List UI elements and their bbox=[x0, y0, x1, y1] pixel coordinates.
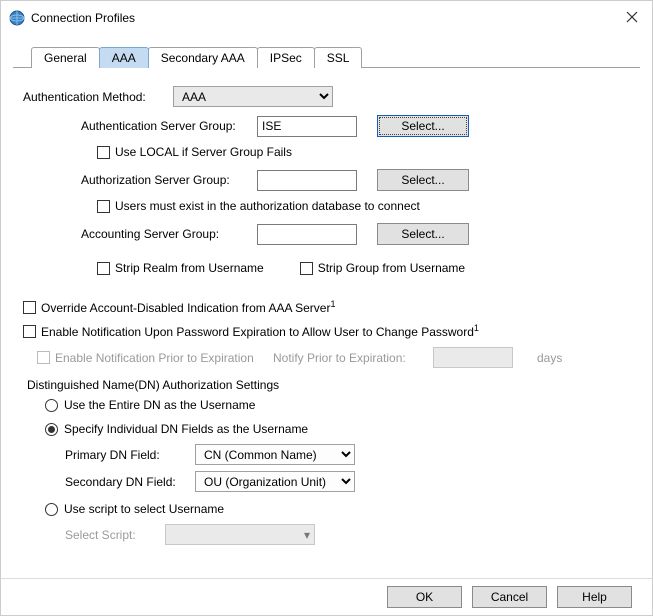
notify-days-input bbox=[433, 347, 513, 368]
globe-icon bbox=[9, 10, 25, 26]
acct-server-input[interactable] bbox=[257, 224, 357, 245]
content-area: General AAA Secondary AAA IPSec SSL Auth… bbox=[1, 47, 652, 587]
dn-specify-label: Specify Individual DN Fields as the User… bbox=[64, 422, 308, 436]
ok-button[interactable]: OK bbox=[387, 586, 462, 608]
notify-prior-row: Enable Notification Prior to Expiration … bbox=[37, 347, 634, 368]
notify-days-label: Notify Prior to Expiration: bbox=[273, 351, 433, 365]
acct-server-label: Accounting Server Group: bbox=[81, 227, 257, 241]
tab-ipsec[interactable]: IPSec bbox=[257, 47, 315, 68]
secondary-dn-label: Secondary DN Field: bbox=[65, 475, 195, 489]
auth-method-label: Authentication Method: bbox=[23, 90, 173, 104]
authz-server-select-button[interactable]: Select... bbox=[377, 169, 469, 191]
tab-panel-aaa: Authentication Method: AAA Authenticatio… bbox=[13, 67, 640, 587]
use-local-label: Use LOCAL if Server Group Fails bbox=[115, 145, 292, 159]
dn-entire-label: Use the Entire DN as the Username bbox=[64, 398, 255, 412]
days-unit: days bbox=[537, 351, 562, 365]
tabbar: General AAA Secondary AAA IPSec SSL bbox=[31, 47, 640, 68]
dn-script-label: Use script to select Username bbox=[64, 502, 224, 516]
auth-method-select[interactable]: AAA bbox=[173, 86, 333, 107]
use-local-checkbox[interactable]: Use LOCAL if Server Group Fails bbox=[97, 145, 634, 159]
strip-realm-checkbox[interactable]: Strip Realm from Username bbox=[97, 261, 264, 275]
must-exist-checkbox[interactable]: Users must exist in the authorization da… bbox=[97, 199, 634, 213]
cancel-button[interactable]: Cancel bbox=[472, 586, 547, 608]
dn-title: Distinguished Name(DN) Authorization Set… bbox=[27, 378, 634, 392]
dn-specify-radio[interactable]: Specify Individual DN Fields as the User… bbox=[45, 422, 634, 436]
select-script-row: Select Script: ▾ bbox=[65, 524, 634, 545]
notify-prior-checkbox bbox=[37, 351, 50, 364]
titlebar: Connection Profiles bbox=[1, 1, 652, 33]
strip-group-checkbox[interactable]: Strip Group from Username bbox=[300, 261, 465, 275]
chevron-down-icon: ▾ bbox=[304, 528, 310, 542]
acct-server-select-button[interactable]: Select... bbox=[377, 223, 469, 245]
secondary-dn-select[interactable]: OU (Organization Unit) bbox=[195, 471, 355, 492]
tab-ssl[interactable]: SSL bbox=[314, 47, 363, 68]
strip-realm-label: Strip Realm from Username bbox=[115, 261, 264, 275]
auth-server-input[interactable] bbox=[257, 116, 357, 137]
select-script-label: Select Script: bbox=[65, 528, 165, 542]
strip-group-label: Strip Group from Username bbox=[318, 261, 465, 275]
notify-prior-label: Enable Notification Prior to Expiration bbox=[55, 351, 273, 365]
select-script-dropdown: ▾ bbox=[165, 524, 315, 545]
primary-dn-select[interactable]: CN (Common Name) bbox=[195, 444, 355, 465]
dn-entire-radio[interactable]: Use the Entire DN as the Username bbox=[45, 398, 634, 412]
close-icon[interactable] bbox=[622, 10, 642, 27]
authz-server-label: Authorization Server Group: bbox=[81, 173, 257, 187]
authz-server-input[interactable] bbox=[257, 170, 357, 191]
auth-server-select-button[interactable]: Select... bbox=[377, 115, 469, 137]
primary-dn-label: Primary DN Field: bbox=[65, 448, 195, 462]
help-button[interactable]: Help bbox=[557, 586, 632, 608]
tab-secondary-aaa[interactable]: Secondary AAA bbox=[148, 47, 258, 68]
dn-section: Distinguished Name(DN) Authorization Set… bbox=[27, 378, 634, 545]
dialog-title: Connection Profiles bbox=[31, 11, 622, 25]
must-exist-label: Users must exist in the authorization da… bbox=[115, 199, 420, 213]
tab-general[interactable]: General bbox=[31, 47, 100, 68]
override-label: Override Account-Disabled Indication fro… bbox=[41, 299, 336, 315]
auth-server-label: Authentication Server Group: bbox=[81, 119, 257, 133]
dialog-window: Connection Profiles General AAA Secondar… bbox=[0, 0, 653, 616]
dn-script-radio[interactable]: Use script to select Username bbox=[45, 502, 634, 516]
button-bar: OK Cancel Help bbox=[1, 578, 652, 615]
enable-notify-checkbox[interactable]: Enable Notification Upon Password Expira… bbox=[23, 323, 634, 339]
override-checkbox[interactable]: Override Account-Disabled Indication fro… bbox=[23, 299, 634, 315]
tab-aaa[interactable]: AAA bbox=[99, 47, 149, 68]
enable-notify-label: Enable Notification Upon Password Expira… bbox=[41, 323, 479, 339]
